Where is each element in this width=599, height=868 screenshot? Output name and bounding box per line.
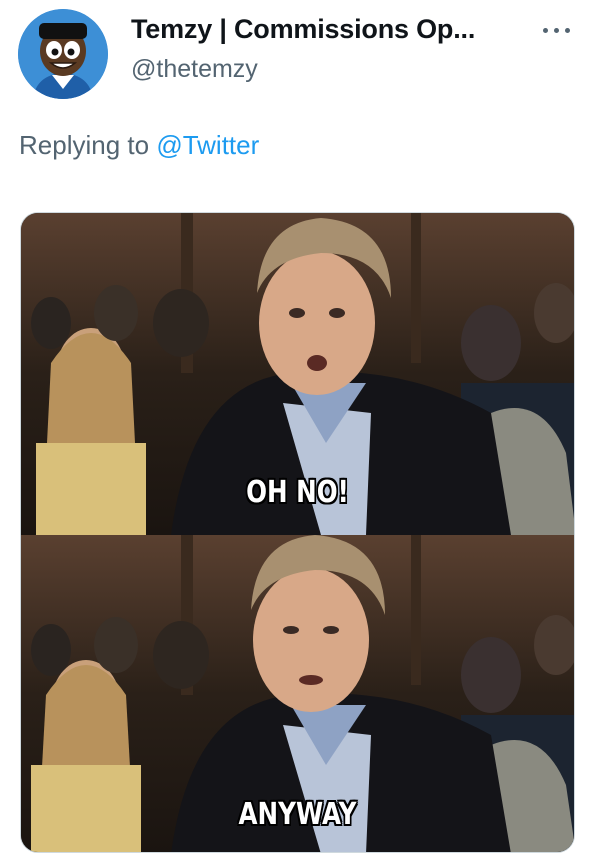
replying-to-link[interactable]: @Twitter bbox=[156, 130, 259, 160]
meme-panel-top: OH NO! bbox=[21, 213, 574, 535]
more-horizontal-icon bbox=[543, 28, 548, 33]
tweet-media-image[interactable]: OH NO! ANYWAY bbox=[20, 212, 575, 853]
meme-caption-bottom: ANYWAY bbox=[238, 797, 357, 832]
more-horizontal-icon bbox=[554, 28, 559, 33]
author-handle[interactable]: @thetemzy bbox=[131, 55, 258, 84]
meme-caption-top: OH NO! bbox=[246, 475, 349, 510]
tweet-header: Temzy | Commissions Op... @thetemzy bbox=[0, 0, 599, 110]
avatar[interactable] bbox=[18, 9, 108, 99]
meme-panel-bottom: ANYWAY bbox=[21, 535, 574, 852]
replying-to-line: Replying to @Twitter bbox=[19, 130, 259, 161]
more-options-button[interactable] bbox=[537, 18, 577, 42]
author-display-name[interactable]: Temzy | Commissions Op... bbox=[131, 14, 475, 45]
cartoon-avatar-icon bbox=[18, 9, 108, 99]
replying-to-prefix: Replying to bbox=[19, 130, 150, 160]
tweet: Temzy | Commissions Op... @thetemzy Repl… bbox=[0, 0, 599, 868]
more-horizontal-icon bbox=[565, 28, 570, 33]
